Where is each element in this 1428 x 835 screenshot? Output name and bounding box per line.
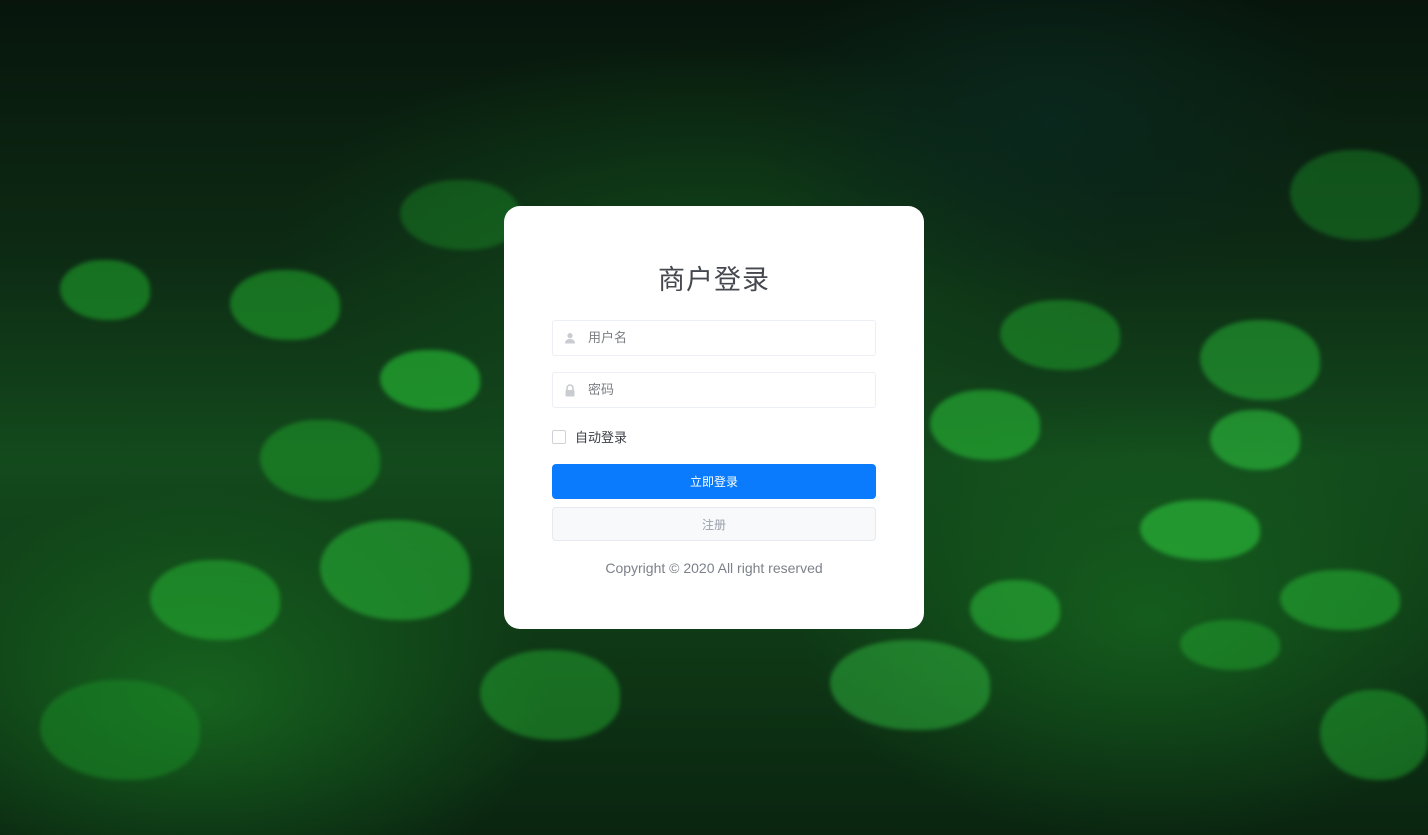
lock-icon xyxy=(553,373,587,407)
password-input[interactable] xyxy=(587,375,875,405)
user-icon xyxy=(553,321,587,355)
register-button[interactable]: 注册 xyxy=(552,507,876,541)
auto-login-label: 自动登录 xyxy=(575,431,628,446)
login-card: 商户登录 自动登录 立即登录 注册 Copyright © 2020 All r… xyxy=(504,206,924,629)
username-input[interactable] xyxy=(587,323,875,353)
page-title: 商户登录 xyxy=(658,265,770,296)
login-button[interactable]: 立即登录 xyxy=(552,464,876,499)
auto-login-checkbox[interactable] xyxy=(552,429,566,444)
copyright-text: Copyright © 2020 All right reserved xyxy=(605,560,823,576)
auto-login-option[interactable]: 自动登录 xyxy=(552,427,627,446)
password-field[interactable] xyxy=(552,372,876,408)
username-field[interactable] xyxy=(552,320,876,356)
